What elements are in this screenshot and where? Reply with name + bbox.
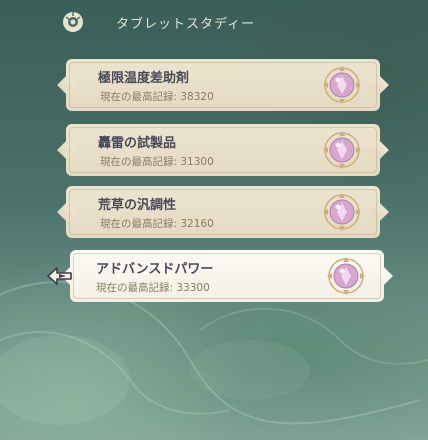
challenge-title: 轟雷の試製品: [98, 136, 177, 151]
best-record: 現在の最高記録: 31300: [100, 156, 214, 168]
challenge-title: アドバンスドパワー: [96, 262, 214, 277]
selection-arrow-icon: [47, 267, 72, 285]
best-record: 現在の最高記録: 32160: [100, 218, 214, 230]
panel-header: タブレットスタディー: [62, 8, 255, 36]
crystal-orb-icon: [323, 131, 361, 169]
tablet-emblem-icon: [63, 12, 83, 32]
challenge-card-3[interactable]: 荒草の汎調性 現在の最高記録: 32160: [57, 186, 389, 238]
crystal-orb-icon: [327, 257, 365, 295]
crystal-orb-icon: [323, 66, 361, 104]
challenge-card-2[interactable]: 轟雷の試製品 現在の最高記録: 31300: [57, 124, 389, 176]
panel-title: タブレットスタディー: [116, 16, 256, 32]
challenge-card-4-selected[interactable]: アドバンスドパワー 現在の最高記録: 33300: [61, 250, 393, 302]
crystal-orb-icon: [323, 193, 361, 231]
best-record: 現在の最高記録: 38320: [100, 91, 214, 103]
challenge-card-1[interactable]: 極限温度差助剤 現在の最高記録: 38320: [57, 59, 389, 111]
best-record: 現在の最高記録: 33300: [96, 282, 210, 294]
challenge-title: 極限温度差助剤: [98, 71, 190, 86]
challenge-title: 荒草の汎調性: [98, 198, 177, 213]
